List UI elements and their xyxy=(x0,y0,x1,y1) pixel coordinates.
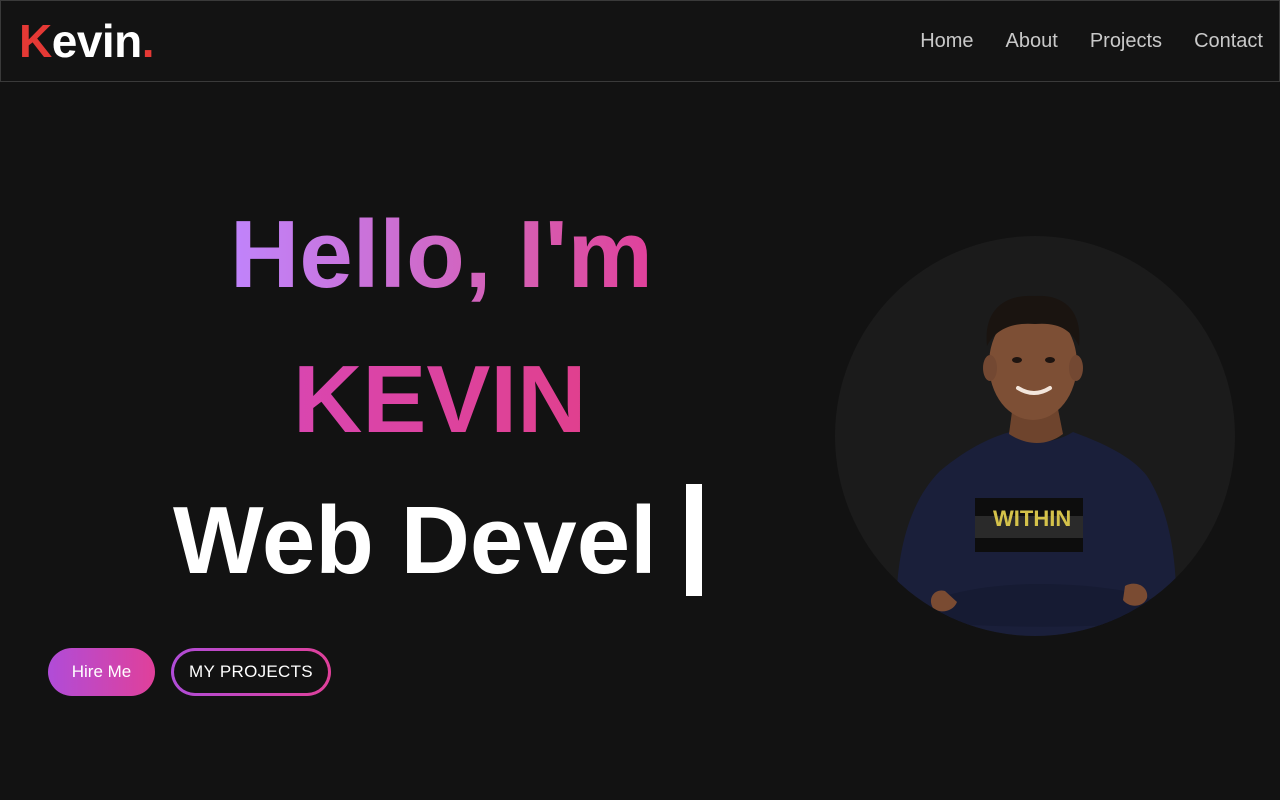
my-projects-label: MY PROJECTS xyxy=(174,651,328,693)
profile-photo: WITHIN xyxy=(835,236,1235,636)
nav-home-link[interactable]: Home xyxy=(920,27,973,55)
nav-contact-link[interactable]: Contact xyxy=(1194,27,1263,55)
logo-dot: . xyxy=(141,15,155,67)
navbar: Kevin. Home About Projects Contact xyxy=(0,0,1280,82)
site-logo[interactable]: Kevin. xyxy=(19,13,155,69)
hire-me-button[interactable]: Hire Me xyxy=(48,648,155,696)
logo-text: evin xyxy=(51,15,143,67)
nav-projects-link[interactable]: Projects xyxy=(1090,27,1162,55)
hero-name: KEVIN xyxy=(293,346,587,453)
hero-greeting: Hello, I'm xyxy=(230,201,653,308)
hero-typed-role: Web Devel xyxy=(173,487,657,594)
my-projects-button[interactable]: MY PROJECTS xyxy=(171,648,331,696)
shirt-print-text: WITHIN xyxy=(993,506,1071,531)
logo-initial: K xyxy=(19,15,52,67)
typing-cursor xyxy=(686,484,702,596)
nav-about-link[interactable]: About xyxy=(1006,27,1058,55)
nav-links: Home About Projects Contact xyxy=(920,27,1263,55)
profile-photo-illustration: WITHIN xyxy=(896,295,1177,636)
